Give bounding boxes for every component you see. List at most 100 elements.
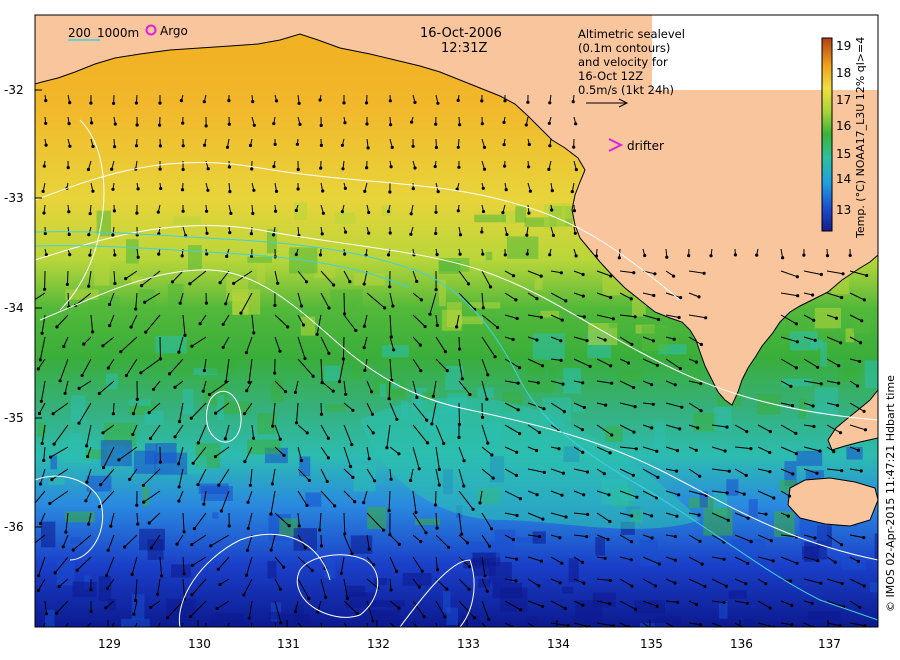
sst-patch xyxy=(852,313,871,333)
velocity-arrow-head xyxy=(819,272,824,277)
velocity-arrow-head xyxy=(694,448,698,452)
velocity-arrow-head xyxy=(505,232,509,237)
velocity-arrow-head xyxy=(581,450,585,454)
velocity-arrow-head xyxy=(458,252,462,256)
velocity-arrow-head xyxy=(249,634,252,637)
velocity-arrow-head xyxy=(67,210,71,214)
velocity-arrow-head xyxy=(811,404,815,408)
velocity-arrow-head xyxy=(538,535,542,539)
velocity-arrow-head xyxy=(102,466,106,470)
sst-patch xyxy=(634,600,665,614)
velocity-arrow-head xyxy=(299,459,304,463)
velocity-arrow-head xyxy=(542,470,546,474)
velocity-arrow-head xyxy=(430,422,434,426)
velocity-arrow-head xyxy=(158,101,162,105)
velocity-arrow-head xyxy=(134,144,139,148)
velocity-arrow-head xyxy=(321,189,325,193)
velocity-arrow-head xyxy=(53,571,57,575)
velocity-arrow-head xyxy=(514,298,518,302)
velocity-arrow-head xyxy=(181,121,185,125)
velocity-arrow-head xyxy=(744,582,748,586)
velocity-arrow-head xyxy=(218,281,222,285)
velocity-arrow-head xyxy=(493,355,497,359)
velocity-arrow-head xyxy=(722,600,726,605)
velocity-arrow xyxy=(320,402,322,415)
velocity-arrow-head xyxy=(702,271,706,275)
velocity-arrow-head xyxy=(386,209,391,214)
velocity-arrow-head xyxy=(282,453,286,457)
sst-patch xyxy=(773,511,795,537)
velocity-arrow-head xyxy=(307,478,311,482)
velocity-arrow-head xyxy=(293,610,297,614)
velocity-arrow-head xyxy=(480,122,484,126)
velocity-arrow-head xyxy=(550,189,554,193)
velocity-arrow-head xyxy=(389,477,393,481)
velocity-arrow-head xyxy=(446,545,451,549)
velocity-arrow-head xyxy=(673,558,677,562)
colorbar-tick: 13 xyxy=(836,203,851,217)
velocity-arrow-head xyxy=(389,123,393,127)
velocity-arrow-head xyxy=(468,392,472,397)
velocity-arrow-head xyxy=(413,100,417,104)
velocity-arrow-head xyxy=(209,544,213,548)
velocity-arrow-head xyxy=(88,253,92,257)
velocity-arrow-head xyxy=(813,338,817,342)
lon-tick-label: 129 xyxy=(98,637,121,651)
velocity-arrow-head xyxy=(837,364,841,368)
velocity-arrow-head xyxy=(419,629,422,632)
velocity-arrow-head xyxy=(318,253,323,257)
velocity-arrow-head xyxy=(840,543,844,547)
velocity-arrow-head xyxy=(606,537,610,542)
sst-patch xyxy=(183,308,206,328)
velocity-arrow-head xyxy=(411,144,415,148)
velocity-arrow-head xyxy=(91,144,95,149)
velocity-arrow-head xyxy=(44,143,48,147)
velocity-arrow-head xyxy=(177,499,181,503)
velocity-arrow-head xyxy=(160,574,164,578)
velocity-arrow-head xyxy=(435,252,439,257)
velocity-arrow-head xyxy=(371,431,375,435)
velocity-arrow-head xyxy=(810,601,814,605)
velocity-arrow-head xyxy=(216,567,220,571)
colorbar-tick: 17 xyxy=(836,93,851,107)
velocity-arrow-head xyxy=(790,623,794,627)
velocity-arrow-head xyxy=(458,123,462,127)
velocity-arrow-head xyxy=(490,453,494,457)
velocity-arrow-head xyxy=(802,253,806,257)
sst-patch xyxy=(206,357,236,374)
sst-patch xyxy=(323,365,340,381)
lat-tick-label: -34 xyxy=(4,301,24,315)
sst-patch xyxy=(838,369,860,382)
velocity-arrow-head xyxy=(362,282,366,286)
velocity-arrow-head xyxy=(632,385,636,390)
sst-patch xyxy=(381,345,409,358)
isobath-label-200: 200 xyxy=(68,26,91,40)
sst-patch xyxy=(799,398,806,419)
velocity-arrow-head xyxy=(431,394,435,398)
velocity-arrow-head xyxy=(411,187,415,191)
sst-patch xyxy=(164,624,182,627)
velocity-arrow-head xyxy=(585,339,589,343)
velocity-arrow-head xyxy=(487,617,491,622)
velocity-arrow-head xyxy=(535,338,539,342)
velocity-arrow-head xyxy=(862,536,866,540)
velocity-arrow-head xyxy=(727,469,731,473)
velocity-arrow-head xyxy=(245,548,250,553)
velocity-arrow-head xyxy=(415,395,419,399)
velocity-arrow-head xyxy=(745,601,749,605)
velocity-arrow-head xyxy=(278,437,282,441)
velocity-arrow-head xyxy=(491,476,495,480)
sst-map: -32 -33 -34 -35 -36 129 130 131 132 133 … xyxy=(4,14,897,651)
velocity-arrow-head xyxy=(158,460,162,464)
velocity-arrow-head xyxy=(101,431,105,435)
velocity-arrow-head xyxy=(603,556,607,560)
velocity-arrow-head xyxy=(387,397,391,401)
velocity-arrow-head xyxy=(511,337,515,342)
velocity-arrow-head xyxy=(486,373,490,377)
velocity-arrow-head xyxy=(697,295,701,299)
velocity-arrow-head xyxy=(548,253,552,257)
velocity-arrow-head xyxy=(223,635,226,638)
velocity-arrow-head xyxy=(582,405,586,410)
velocity-arrow-head xyxy=(136,187,140,191)
velocity-arrow-head xyxy=(437,467,441,472)
